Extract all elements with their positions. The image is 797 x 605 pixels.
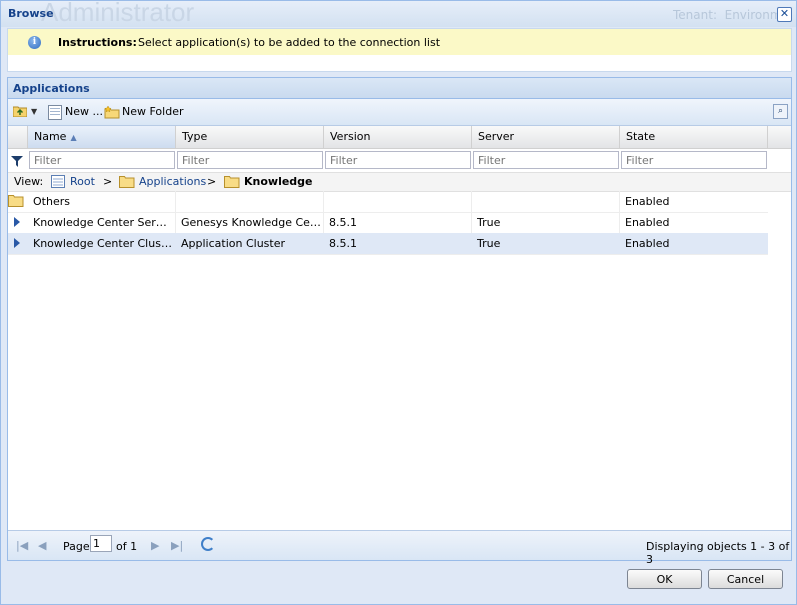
row-name: Others — [33, 195, 70, 208]
refresh-icon[interactable] — [201, 537, 215, 551]
folder-icon — [224, 176, 240, 188]
next-page-icon[interactable]: ▶ — [151, 539, 159, 552]
column-header-type[interactable]: Type — [176, 126, 324, 148]
dialog-title: Browse — [8, 7, 54, 20]
dialog-titlebar[interactable]: Administrator Tenant: Environm Browse ✕ — [1, 0, 796, 27]
cancel-button[interactable]: Cancel — [708, 569, 783, 589]
column-divider — [471, 212, 472, 233]
panel-title: Applications — [13, 82, 90, 95]
row-server: True — [477, 237, 501, 250]
column-divider — [619, 191, 620, 212]
column-label-version: Version — [330, 130, 371, 143]
close-icon: ✕ — [779, 7, 790, 20]
info-icon: i — [28, 36, 41, 49]
header-spacer — [8, 126, 28, 148]
grid-header: Name ▲ Type Version Server State — [8, 126, 791, 149]
toolbar: ▼ New ... New Folder ⌕ — [8, 99, 791, 126]
table-row[interactable]: Knowledge Center Cluster Application Clu… — [8, 233, 768, 255]
row-version: 8.5.1 — [329, 237, 357, 250]
column-divider — [175, 212, 176, 233]
column-divider — [471, 191, 472, 212]
filter-state-input[interactable] — [621, 151, 767, 169]
column-divider — [323, 212, 324, 233]
column-divider — [619, 212, 620, 233]
row-state: Enabled — [625, 237, 670, 250]
column-label-server: Server — [478, 130, 515, 143]
new-folder-icon[interactable] — [104, 105, 120, 119]
application-icon — [14, 238, 20, 248]
page-label: Page — [63, 540, 90, 553]
column-header-name[interactable]: Name ▲ — [28, 126, 176, 148]
instructions-text: Select application(s) to be added to the… — [138, 36, 441, 49]
sort-asc-icon: ▲ — [70, 133, 77, 142]
filter-version-input[interactable] — [325, 151, 471, 169]
close-button[interactable]: ✕ — [777, 7, 792, 22]
filter-type-input[interactable] — [177, 151, 323, 169]
prev-page-icon[interactable]: ◀ — [38, 539, 46, 552]
page-number-input[interactable] — [90, 535, 112, 552]
root-icon — [51, 175, 65, 188]
new-folder-button[interactable]: New Folder — [122, 105, 183, 118]
first-page-icon[interactable]: |◀ — [16, 539, 28, 552]
instructions-bar: i Instructions: Select application(s) to… — [7, 28, 792, 56]
column-label-state: State — [626, 130, 656, 143]
folder-icon — [8, 195, 24, 207]
breadcrumb-separator: > — [207, 175, 217, 188]
instructions-spacer — [7, 55, 792, 72]
instructions-label: Instructions: — [58, 36, 137, 49]
displaying-count: Displaying objects 1 - 3 of 3 — [646, 540, 790, 566]
table-row[interactable]: Others Enabled — [8, 191, 768, 213]
filter-server-input[interactable] — [473, 151, 619, 169]
breadcrumb-applications-link[interactable]: Applications — [139, 175, 206, 188]
panel-header: Applications — [8, 78, 791, 99]
row-server: True — [477, 216, 501, 229]
column-header-server[interactable]: Server — [472, 126, 620, 148]
column-divider — [323, 191, 324, 212]
last-page-icon[interactable]: ▶| — [171, 539, 183, 552]
row-state: Enabled — [625, 216, 670, 229]
column-label-name: Name — [34, 130, 67, 143]
binoculars-icon[interactable]: ⌕ — [773, 104, 788, 119]
breadcrumb-root-link[interactable]: Root — [70, 175, 95, 188]
row-version: 8.5.1 — [329, 216, 357, 229]
filter-row — [8, 149, 791, 172]
row-type: Genesys Knowledge Cent... — [181, 216, 321, 229]
filter-icon — [11, 156, 23, 167]
column-label-type: Type — [182, 130, 208, 143]
breadcrumb: View: Root > Applications > Knowledge — [8, 172, 791, 192]
ok-button[interactable]: OK — [627, 569, 702, 589]
chevron-down-icon[interactable]: ▼ — [31, 107, 37, 116]
new-object-icon[interactable] — [48, 105, 62, 120]
table-row[interactable]: Knowledge Center Server Genesys Knowledg… — [8, 212, 768, 234]
filter-name-input[interactable] — [29, 151, 175, 169]
paging-toolbar: |◀ ◀ Page of 1 ▶ ▶| Displaying objects 1… — [8, 530, 791, 566]
column-header-state[interactable]: State — [620, 126, 768, 148]
row-state: Enabled — [625, 195, 670, 208]
column-divider — [175, 191, 176, 212]
application-icon — [14, 217, 20, 227]
folder-icon — [119, 176, 135, 188]
page-count-label: of 1 — [116, 540, 138, 553]
new-button[interactable]: New ... — [65, 105, 103, 118]
row-type: Application Cluster — [181, 237, 286, 250]
background-tenant-label: Tenant: Environm — [673, 8, 782, 22]
view-label: View: — [14, 175, 44, 188]
breadcrumb-separator: > — [103, 175, 113, 188]
browse-dialog: Administrator Tenant: Environm Browse ✕ … — [0, 0, 797, 605]
row-name: Knowledge Center Server — [33, 216, 173, 229]
folder-up-icon[interactable] — [13, 105, 27, 117]
applications-panel: Applications ▼ New ... New Folder ⌕ Name… — [7, 77, 792, 566]
column-header-version[interactable]: Version — [324, 126, 472, 148]
breadcrumb-current: Knowledge — [244, 175, 313, 188]
row-name: Knowledge Center Cluster — [33, 237, 173, 250]
background-app-title: Administrator — [41, 0, 195, 27]
